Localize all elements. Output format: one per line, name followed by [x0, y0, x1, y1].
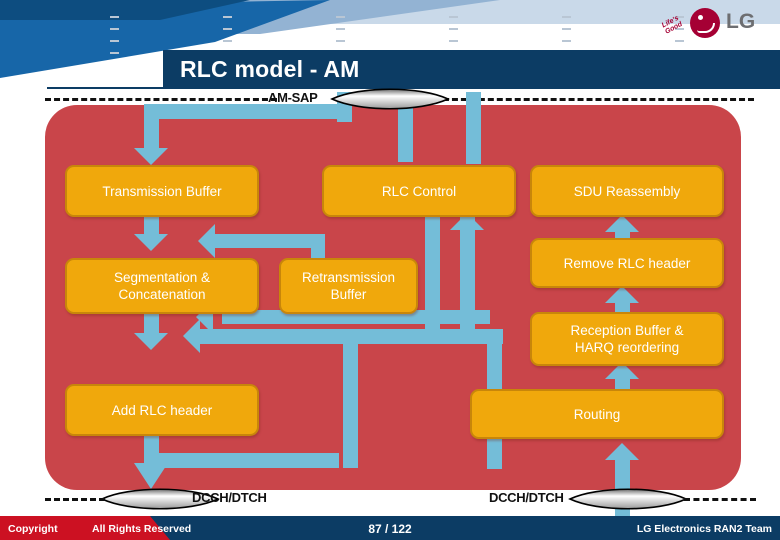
- block-sdu-reassembly[interactable]: SDU Reassembly: [530, 165, 724, 217]
- sap-label-dcch-dtch-left: DCCH/DTCH: [192, 490, 267, 505]
- block-label: Retransmission Buffer: [301, 270, 396, 302]
- connector-retx-to-segmentation: [215, 234, 325, 248]
- block-label: Transmission Buffer: [102, 183, 222, 199]
- lg-face-icon: [690, 8, 720, 38]
- block-retransmission-buffer[interactable]: Retransmission Buffer: [279, 258, 418, 314]
- block-transmission-buffer[interactable]: Transmission Buffer: [65, 165, 259, 217]
- connector-bottom-horizontal: [144, 453, 339, 468]
- bottom-dashed-line-right: [684, 498, 756, 501]
- sap-dashed-line-right: [434, 98, 754, 101]
- footer-bar: Copyright All Rights Reserved 87 / 122 L…: [0, 516, 780, 540]
- sap-label-dcch-dtch-right: DCCH/DTCH: [489, 490, 564, 505]
- arrow-down-add-header: [134, 333, 168, 350]
- block-label: SDU Reassembly: [573, 183, 681, 199]
- arrow-down-segmentation: [134, 234, 168, 251]
- lg-wordmark: LG: [726, 10, 756, 33]
- block-label: Add RLC header: [111, 402, 213, 418]
- bottom-dashed-line-left: [45, 498, 105, 501]
- slide-title-bar: RLC model - AM: [163, 50, 780, 89]
- block-rlc-control[interactable]: RLC Control: [322, 165, 516, 217]
- arrow-down-bottom-sap: [134, 463, 168, 489]
- connector-routing-left-branch: [343, 329, 503, 344]
- footer-team-label: LG Electronics RAN2 Team: [636, 523, 772, 535]
- sap-lens-bottom-right: [568, 488, 688, 510]
- block-label: Remove RLC header: [563, 255, 691, 271]
- connector-rlc-control-up-shaft: [460, 213, 475, 338]
- block-label: Reception Buffer & HARQ reordering: [570, 323, 684, 355]
- slide-title: RLC model - AM: [180, 56, 360, 82]
- sap-dashed-line-left: [45, 98, 277, 101]
- sap-lens-top: [330, 88, 450, 110]
- block-add-rlc-header[interactable]: Add RLC header: [65, 384, 259, 436]
- slide-canvas: Life's Good LG RLC model - AM Transmissi…: [0, 0, 780, 540]
- sap-label-am-sap: AM-SAP: [268, 90, 318, 105]
- block-reception-buffer-harq[interactable]: Reception Buffer & HARQ reordering: [530, 312, 724, 366]
- arrow-left-segmentation: [198, 224, 215, 258]
- block-routing[interactable]: Routing: [470, 389, 724, 439]
- connector-rlc-control-down: [425, 213, 440, 338]
- block-segmentation-concatenation[interactable]: Segmentation & Concatenation: [65, 258, 259, 314]
- connector-sdu-to-sap: [466, 104, 481, 164]
- arrow-up-sdu-reassembly: [605, 215, 639, 232]
- arrow-up-remove-header: [605, 286, 639, 303]
- connector-sap-horizontal: [144, 104, 352, 119]
- block-label: Segmentation & Concatenation: [113, 270, 211, 302]
- arrow-down-tx-buffer: [134, 148, 168, 165]
- block-label: RLC Control: [381, 183, 457, 199]
- block-remove-rlc-header[interactable]: Remove RLC header: [530, 238, 724, 288]
- block-label: Routing: [573, 406, 621, 422]
- lg-logo: Life's Good LG: [661, 2, 772, 48]
- connector-down-right-sap: [343, 344, 358, 468]
- arrow-up-routing: [605, 443, 639, 460]
